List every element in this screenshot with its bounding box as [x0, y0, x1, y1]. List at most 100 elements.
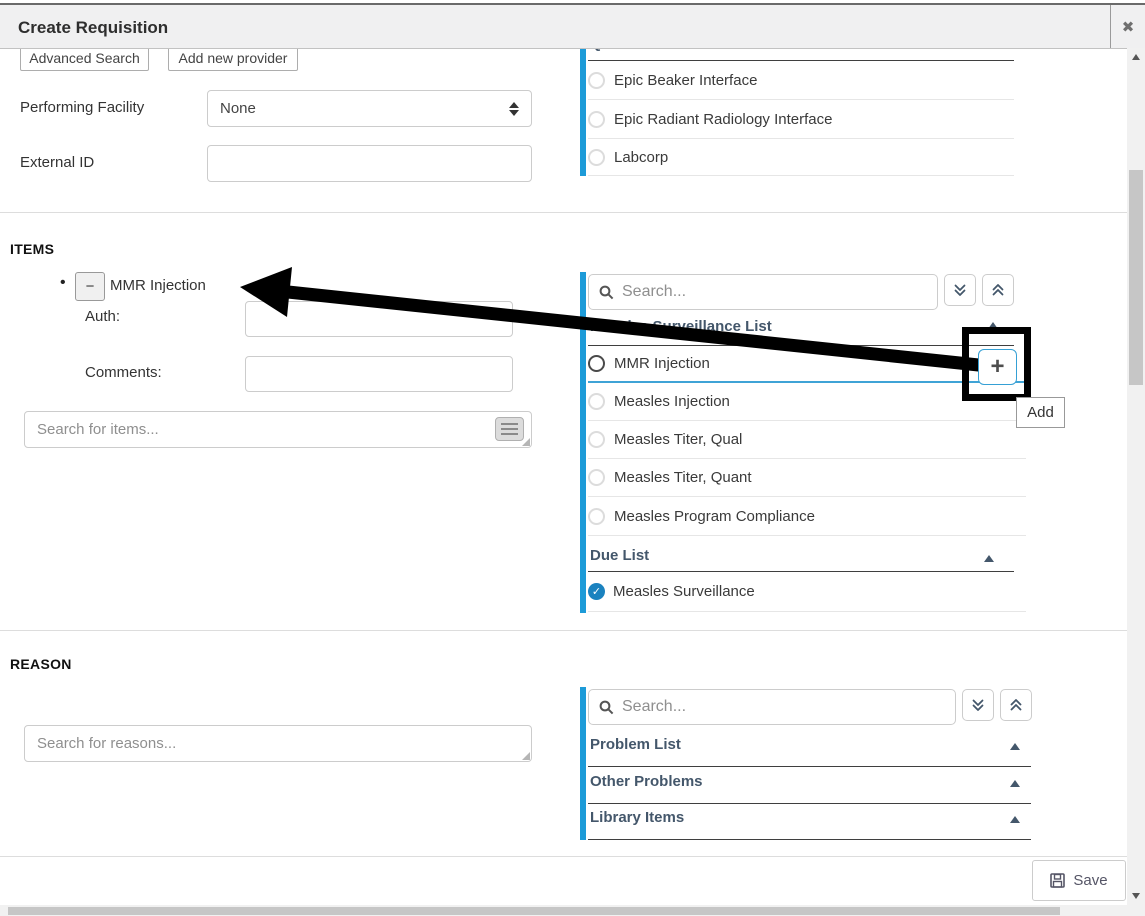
list-item[interactable]: Epic Beaker Interface — [588, 61, 1014, 100]
collapse-caret-icon[interactable] — [1010, 816, 1020, 823]
reason-search-box — [24, 725, 532, 762]
list-item[interactable]: Measles Titer, Quant — [588, 459, 1026, 497]
radio-icon — [588, 431, 605, 448]
chevron-double-down-icon — [970, 697, 986, 713]
item-list-picker-icon[interactable] — [495, 417, 524, 441]
list-item[interactable]: Measles Titer, Qual — [588, 421, 1026, 459]
scroll-up-icon[interactable] — [1132, 54, 1140, 60]
save-label: Save — [1073, 872, 1107, 889]
list-item[interactable]: ✓ Measles Surveillance — [588, 572, 1026, 612]
list-item-label: MMR Injection — [614, 355, 710, 372]
footer-divider — [0, 856, 1127, 857]
vertical-scrollbar[interactable] — [1127, 48, 1145, 905]
list-item-label: Measles Titer, Quant — [614, 469, 752, 486]
group-header-rule — [588, 766, 1031, 767]
group-header[interactable]: Other Problems — [590, 773, 703, 790]
performing-facility-select[interactable]: None — [207, 90, 532, 127]
annotation-highlight-box — [962, 327, 1031, 401]
vertical-scrollbar-thumb[interactable] — [1129, 170, 1143, 385]
expand-all-button[interactable] — [944, 274, 976, 306]
search-placeholder: Search... — [622, 283, 686, 301]
resize-grip-icon[interactable] — [522, 752, 530, 760]
chevron-double-down-icon — [952, 282, 968, 298]
items-panel-search-box[interactable]: Search... — [588, 274, 938, 310]
reason-section-header: REASON — [10, 656, 72, 672]
list-item[interactable]: Measles Program Compliance — [588, 497, 1026, 536]
performing-facility-value: None — [220, 100, 256, 117]
create-requisition-dialog: Create Requisition ✖ Advanced Search Add… — [0, 0, 1145, 916]
external-id-field[interactable] — [207, 145, 532, 182]
save-button[interactable]: Save — [1032, 860, 1126, 901]
radio-icon — [588, 393, 605, 410]
chevron-double-up-icon — [990, 282, 1006, 298]
quick-list-accent-bar — [580, 48, 586, 176]
radio-icon — [588, 469, 605, 486]
items-section-header: ITEMS — [10, 241, 54, 257]
reason-picker-panel: Search... Problem List Other Problems Li… — [580, 687, 1032, 842]
add-tooltip: Add — [1016, 397, 1065, 428]
search-icon — [599, 285, 614, 300]
page-title: Create Requisition — [18, 18, 168, 38]
collapse-caret-icon[interactable] — [984, 555, 994, 562]
list-item[interactable]: MMR Injection — [588, 346, 1026, 383]
performing-facility-label: Performing Facility — [20, 99, 144, 116]
comments-label: Comments: — [85, 364, 162, 381]
items-panel-accent-bar — [580, 272, 586, 613]
save-icon — [1050, 873, 1065, 888]
collapse-all-button[interactable] — [982, 274, 1014, 306]
group-header-rule — [588, 803, 1031, 804]
list-item[interactable]: Measles Injection — [588, 383, 1026, 421]
comments-field[interactable] — [245, 356, 513, 392]
bullet-icon: • — [60, 274, 66, 292]
advanced-search-label: Advanced Search — [29, 50, 140, 66]
dialog-title-bar: Create Requisition ✖ — [0, 5, 1145, 49]
list-item-label: Measles Injection — [614, 393, 730, 410]
add-new-provider-label: Add new provider — [179, 50, 288, 66]
list-item[interactable]: Labcorp — [588, 139, 1014, 176]
group-header[interactable]: Measles Surveillance List — [590, 318, 772, 335]
external-id-label: External ID — [20, 154, 94, 171]
group-header[interactable]: Due List — [590, 547, 649, 564]
group-header-rule — [588, 839, 1031, 840]
section-divider — [0, 630, 1127, 631]
radio-active-icon — [588, 355, 605, 372]
minus-icon: − — [86, 278, 95, 295]
radio-icon — [588, 111, 605, 128]
list-item-label: Epic Beaker Interface — [614, 72, 757, 89]
resize-grip-icon[interactable] — [522, 438, 530, 446]
selected-item-name: MMR Injection — [110, 277, 206, 294]
close-icon: ✖ — [1122, 18, 1135, 36]
search-placeholder: Search... — [622, 698, 686, 716]
radio-icon — [588, 72, 605, 89]
chevron-double-up-icon — [1008, 697, 1024, 713]
list-item-label: Labcorp — [614, 149, 668, 166]
group-header[interactable]: Problem List — [590, 736, 681, 753]
select-updown-icon — [509, 102, 519, 116]
reason-panel-search-box[interactable]: Search... — [588, 689, 956, 725]
collapse-all-button[interactable] — [1000, 689, 1032, 721]
list-item-label: Measles Titer, Qual — [614, 431, 742, 448]
reason-panel-accent-bar — [580, 687, 586, 840]
quick-list-panel: Quick List Epic Beaker Interface Epic Ra… — [580, 48, 1026, 178]
collapse-caret-icon[interactable] — [1010, 780, 1020, 787]
expand-all-button[interactable] — [962, 689, 994, 721]
items-search-input[interactable] — [24, 411, 532, 448]
horizontal-scrollbar-thumb[interactable] — [8, 907, 1060, 915]
group-header[interactable]: Library Items — [590, 809, 684, 826]
section-divider — [0, 212, 1127, 213]
auth-field[interactable] — [245, 301, 513, 337]
horizontal-scrollbar[interactable] — [0, 905, 1145, 916]
scroll-down-icon[interactable] — [1132, 893, 1140, 899]
reason-search-input[interactable] — [24, 725, 532, 762]
list-item[interactable]: Epic Radiant Radiology Interface — [588, 100, 1014, 139]
collapse-caret-icon[interactable] — [1010, 743, 1020, 750]
list-item-label: Measles Surveillance — [613, 583, 755, 600]
check-icon: ✓ — [588, 583, 605, 600]
items-picker-panel: Search... Measles Surveillance List MMR … — [580, 272, 1026, 617]
list-item-label: Measles Program Compliance — [614, 508, 815, 525]
items-search-box — [24, 411, 532, 448]
close-button[interactable]: ✖ — [1110, 5, 1145, 48]
remove-item-button[interactable]: − — [75, 272, 105, 301]
radio-icon — [588, 508, 605, 525]
auth-label: Auth: — [85, 308, 120, 325]
